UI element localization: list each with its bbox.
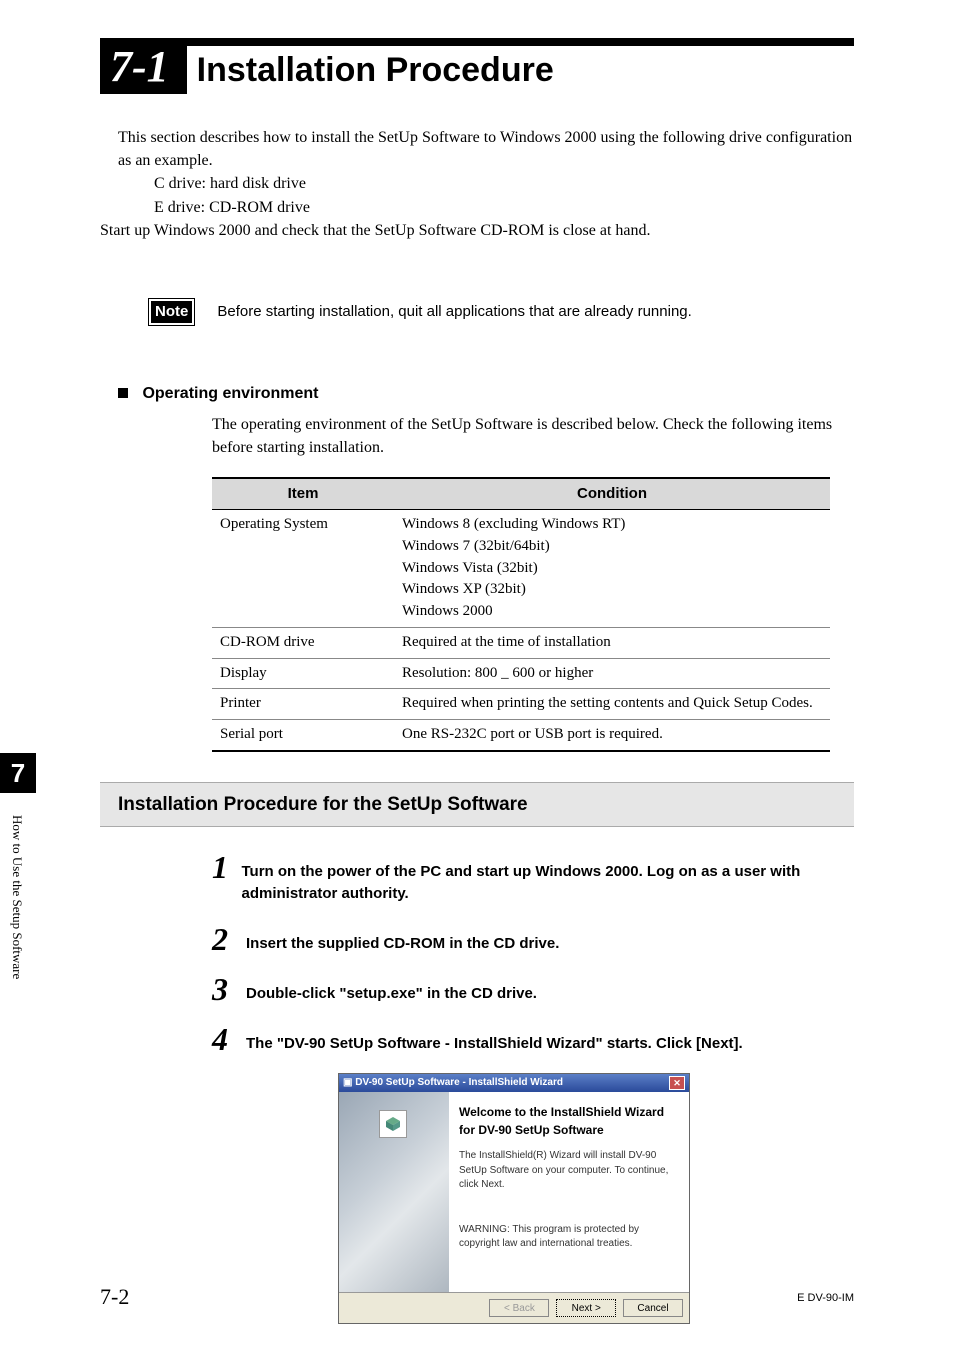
table-header-row: Item Condition xyxy=(212,478,830,509)
wizard-title-label: DV-90 SetUp Software - InstallShield Wiz… xyxy=(355,1077,563,1088)
table-row: Serial port One RS-232C port or USB port… xyxy=(212,720,830,751)
note-badge: Note xyxy=(148,298,195,326)
operating-env-description: The operating environment of the SetUp S… xyxy=(212,413,854,459)
operating-env-heading: Operating environment xyxy=(118,382,854,405)
table-row: CD-ROM drive Required at the time of ins… xyxy=(212,627,830,658)
table-cell-item: Operating System xyxy=(212,510,394,628)
table-row: Operating System Windows 8 (excluding Wi… xyxy=(212,510,830,628)
note-text: Before starting installation, quit all a… xyxy=(217,301,691,323)
wizard-footer: < Back Next > Cancel xyxy=(339,1292,689,1323)
table-cell-condition: One RS-232C port or USB port is required… xyxy=(394,720,830,751)
back-button[interactable]: < Back xyxy=(489,1299,549,1317)
table-row: Printer Required when printing the setti… xyxy=(212,689,830,720)
close-icon[interactable]: ✕ xyxy=(669,1076,685,1090)
step-text: Turn on the power of the PC and start up… xyxy=(241,851,854,905)
section-number: 7-1 xyxy=(100,41,187,92)
step-text: Double-click "setup.exe" in the CD drive… xyxy=(246,973,537,1005)
wizard-body-text-2: WARNING: This program is protected by co… xyxy=(459,1223,679,1252)
table-cell-condition: Windows 8 (excluding Windows RT) Windows… xyxy=(394,510,830,628)
table-cell-condition: Resolution: 800 _ 600 or higher xyxy=(394,658,830,689)
wizard-banner xyxy=(339,1092,449,1292)
table-cell-item: CD-ROM drive xyxy=(212,627,394,658)
step-item: 1 Turn on the power of the PC and start … xyxy=(212,851,854,905)
table-cell-item: Display xyxy=(212,658,394,689)
step-item: 2 Insert the supplied CD-ROM in the CD d… xyxy=(212,923,854,955)
square-bullet-icon xyxy=(118,388,128,398)
table-cell-item: Serial port xyxy=(212,720,394,751)
step-item: 3 Double-click "setup.exe" in the CD dri… xyxy=(212,973,854,1005)
environment-table: Item Condition Operating System Windows … xyxy=(212,477,830,752)
note-row: Note Before starting installation, quit … xyxy=(148,298,854,326)
chapter-side-label: How to Use the Setup Software xyxy=(9,815,25,979)
intro-edrive: E drive: CD-ROM drive xyxy=(118,196,854,219)
step-number: 4 xyxy=(212,1023,240,1055)
wizard-title-text: ▣ DV-90 SetUp Software - InstallShield W… xyxy=(343,1076,563,1091)
section-title-bar: 7-1 Installation Procedure xyxy=(100,38,854,94)
installer-icon: ▣ xyxy=(343,1077,352,1088)
wizard-right-panel: Welcome to the InstallShield Wizard for … xyxy=(449,1092,689,1292)
procedure-heading: Installation Procedure for the SetUp Sof… xyxy=(100,782,854,828)
next-button[interactable]: Next > xyxy=(556,1299,616,1317)
intro-startup: Start up Windows 2000 and check that the… xyxy=(100,219,854,242)
cancel-button[interactable]: Cancel xyxy=(623,1299,683,1317)
step-number: 2 xyxy=(212,923,240,955)
chapter-tab: 7 xyxy=(0,753,36,793)
section-title-wrap: Installation Procedure xyxy=(187,46,854,94)
document-id: E DV-90-IM xyxy=(797,1292,854,1304)
page-number: 7-2 xyxy=(100,1284,129,1310)
table-row: Display Resolution: 800 _ 600 or higher xyxy=(212,658,830,689)
table-cell-condition: Required at the time of installation xyxy=(394,627,830,658)
table-cell-item: Printer xyxy=(212,689,394,720)
wizard-titlebar: ▣ DV-90 SetUp Software - InstallShield W… xyxy=(339,1074,689,1093)
step-text: The "DV-90 SetUp Software - InstallShiel… xyxy=(246,1023,743,1055)
step-number: 3 xyxy=(212,973,240,1005)
box-icon xyxy=(379,1110,407,1138)
step-text: Insert the supplied CD-ROM in the CD dri… xyxy=(246,923,559,955)
section-title: Installation Procedure xyxy=(187,51,554,90)
operating-env-heading-text: Operating environment xyxy=(142,385,318,402)
table-header-item: Item xyxy=(212,478,394,509)
step-item: 4 The "DV-90 SetUp Software - InstallShi… xyxy=(212,1023,854,1055)
wizard-body: Welcome to the InstallShield Wizard for … xyxy=(339,1092,689,1292)
intro-cdrive: C drive: hard disk drive xyxy=(118,172,854,195)
intro-paragraph: This section describes how to install th… xyxy=(118,126,854,172)
table-cell-condition: Required when printing the setting conte… xyxy=(394,689,830,720)
steps-list: 1 Turn on the power of the PC and start … xyxy=(212,851,854,1055)
installshield-wizard-screenshot: ▣ DV-90 SetUp Software - InstallShield W… xyxy=(338,1073,690,1325)
wizard-heading: Welcome to the InstallShield Wizard for … xyxy=(459,1104,679,1139)
step-number: 1 xyxy=(212,851,235,883)
wizard-body-text-1: The InstallShield(R) Wizard will install… xyxy=(459,1149,679,1193)
table-header-condition: Condition xyxy=(394,478,830,509)
